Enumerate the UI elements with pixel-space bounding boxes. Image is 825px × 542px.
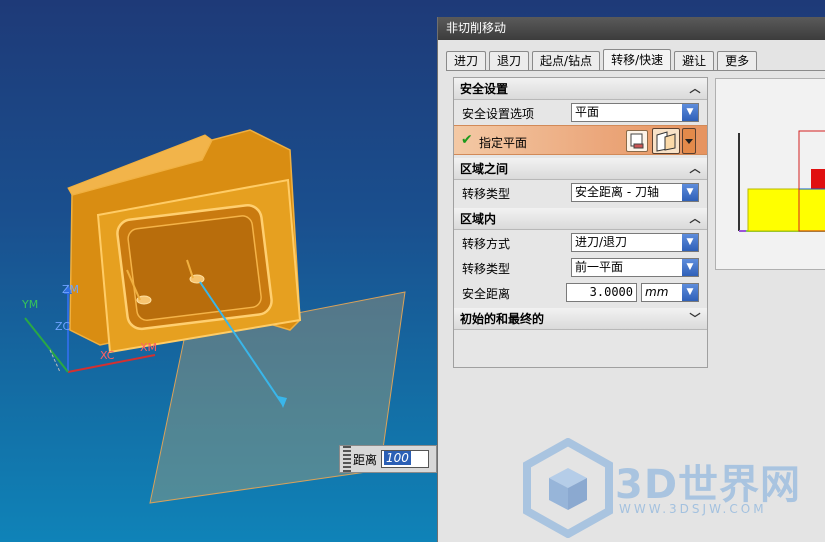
tab-transfer-rapid[interactable]: 转移/快速 [603, 49, 672, 71]
tab-engage[interactable]: 进刀 [446, 51, 487, 71]
safe-distance-unit: mm [645, 285, 669, 299]
chevron-down-icon[interactable]: ▼ [682, 234, 698, 251]
plane-options-dropdown-icon[interactable] [682, 128, 696, 154]
transfer-method-label: 转移方式 [462, 237, 511, 251]
within-transfer-type-label: 转移类型 [462, 262, 511, 276]
within-transfer-type-row: 转移类型 前一平面 ▼ [454, 255, 707, 280]
safety-option-label: 安全设置选项 [462, 107, 535, 121]
checkmark-icon: ✔ [461, 132, 473, 148]
group-header-safety[interactable]: 安全设置 ︿ [454, 78, 707, 100]
axis-zm-label: ZM [62, 283, 79, 296]
graphics-viewport[interactable]: YM ZM ZC XC XM 距离 100 [0, 0, 437, 542]
within-transfer-type-value: 前一平面 [575, 260, 624, 274]
axis-ym-label: YM [21, 298, 38, 311]
group-header-within-region[interactable]: 区域内 ︿ [454, 208, 707, 230]
plane-constructor-icon[interactable] [652, 128, 680, 154]
group-title: 区域之间 [460, 162, 509, 176]
transfer-preview-image [715, 78, 825, 270]
between-transfer-type-select[interactable]: 安全距离 - 刀轴 ▼ [571, 183, 699, 202]
safe-distance-value: 3.0000 [589, 285, 633, 299]
dialog-title: 非切削移动 [446, 21, 507, 35]
plane-dialog-icon[interactable] [626, 130, 648, 152]
tab-start-drill-points[interactable]: 起点/钻点 [532, 51, 601, 71]
tab-retract[interactable]: 退刀 [489, 51, 530, 71]
chevron-up-icon[interactable]: ︿ [687, 81, 703, 96]
within-transfer-type-select[interactable]: 前一平面 ▼ [571, 258, 699, 277]
axis-xc-label: XC [100, 349, 115, 362]
between-transfer-type-label: 转移类型 [462, 187, 511, 201]
specify-plane-row[interactable]: ✔ 指定平面 [454, 125, 707, 155]
group-header-initial-final[interactable]: 初始的和最终的 ﹀ [454, 308, 707, 330]
distance-label: 距离 [353, 452, 378, 467]
dialog-titlebar[interactable]: 非切削移动 [438, 17, 825, 40]
chevron-up-icon[interactable]: ︿ [687, 211, 703, 226]
chevron-down-icon[interactable]: ▼ [682, 104, 698, 121]
transfer-method-row: 转移方式 进刀/退刀 ▼ [454, 230, 707, 255]
group-header-between-regions[interactable]: 区域之间 ︿ [454, 158, 707, 180]
tab-avoidance[interactable]: 避让 [674, 51, 715, 71]
group-title: 区域内 [460, 212, 497, 226]
workpiece [67, 129, 302, 354]
tab-divider [446, 70, 825, 71]
transfer-method-value: 进刀/退刀 [575, 235, 628, 249]
tab-more[interactable]: 更多 [717, 51, 758, 71]
settings-panel: 安全设置 ︿ 安全设置选项 平面 ▼ ✔ 指定平面 区域之间 ︿ 转移类型 安全… [453, 77, 708, 368]
chevron-down-icon[interactable]: ▼ [682, 259, 698, 276]
safe-distance-label: 安全距离 [462, 287, 511, 301]
safe-distance-row: 安全距离 3.0000 mm ▼ [454, 280, 707, 305]
safety-option-row: 安全设置选项 平面 ▼ [454, 100, 707, 125]
axis-xm-label: XM [140, 341, 157, 354]
distance-input[interactable]: 100 [381, 450, 430, 468]
chevron-up-icon[interactable]: ︿ [687, 161, 703, 176]
drag-grip-icon[interactable] [343, 446, 351, 472]
distance-input-box: 距离 100 [339, 445, 437, 473]
group-title: 初始的和最终的 [460, 312, 545, 326]
safe-distance-input[interactable]: 3.0000 [566, 283, 637, 302]
group-title: 安全设置 [460, 82, 509, 96]
cube-logo-icon [523, 437, 613, 539]
between-transfer-type-value: 安全距离 - 刀轴 [575, 185, 659, 199]
site-watermark: 3D世界网 WWW.3DSJW.COM [523, 437, 823, 539]
chevron-down-icon[interactable]: ﹀ [687, 311, 703, 326]
between-transfer-type-row: 转移类型 安全距离 - 刀轴 ▼ [454, 180, 707, 205]
distance-value: 100 [384, 451, 411, 465]
watermark-url: WWW.3DSJW.COM [619, 502, 767, 516]
transfer-method-select[interactable]: 进刀/退刀 ▼ [571, 233, 699, 252]
safe-distance-unit-select[interactable]: mm ▼ [641, 283, 699, 302]
safety-option-value: 平面 [575, 105, 600, 119]
axis-zc-label: ZC [55, 320, 71, 333]
safety-option-select[interactable]: 平面 ▼ [571, 103, 699, 122]
specify-plane-label: 指定平面 [479, 136, 528, 150]
chevron-down-icon[interactable]: ▼ [682, 184, 698, 201]
chevron-down-icon[interactable]: ▼ [682, 284, 698, 301]
tab-bar: 进刀 退刀 起点/钻点 转移/快速 避让 更多 [446, 49, 760, 71]
